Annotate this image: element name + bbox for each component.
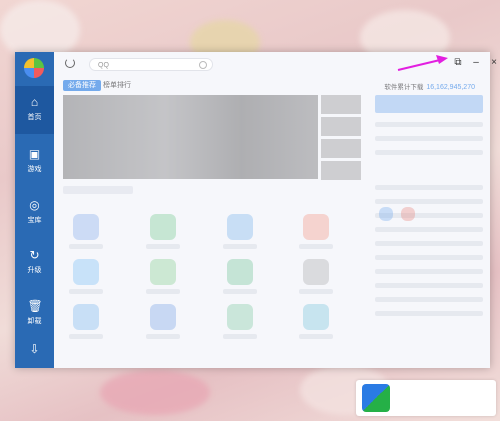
annotation-arrow-line xyxy=(397,59,441,71)
annotation-arrow-head xyxy=(436,55,448,64)
annotation-arrow xyxy=(397,55,448,71)
site-watermark xyxy=(356,380,496,416)
site-logo-icon xyxy=(362,384,390,412)
